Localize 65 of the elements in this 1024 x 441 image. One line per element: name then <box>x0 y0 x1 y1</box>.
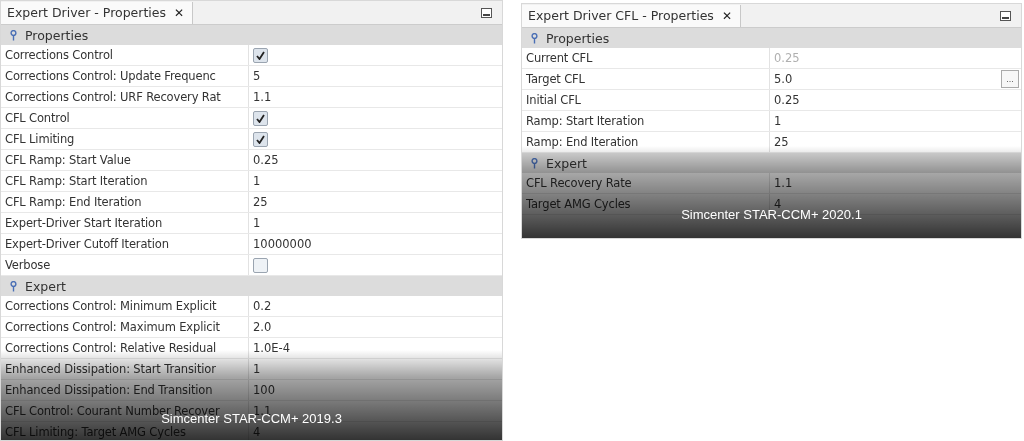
tab-title: Expert Driver CFL - Properties <box>528 8 714 23</box>
minimize-icon[interactable] <box>481 7 492 18</box>
section-title: Expert <box>546 155 587 171</box>
property-name: Ramp: End Iteration <box>522 132 770 152</box>
pin-icon <box>10 29 17 41</box>
pin-icon <box>531 32 538 44</box>
property-value[interactable]: 1.0E-4 <box>253 338 291 358</box>
section-header[interactable]: Properties <box>1 25 502 45</box>
property-name: Expert-Driver Start Iteration <box>1 213 249 233</box>
property-name: Initial CFL <box>522 90 770 110</box>
property-name: Corrections Control: Maximum Explicit <box>1 317 249 337</box>
property-name: CFL Ramp: Start Value <box>1 150 249 170</box>
property-name: Enhanced Dissipation: End Transition <box>1 380 249 400</box>
property-value[interactable]: 25 <box>774 132 789 152</box>
property-name: Verbose <box>1 255 249 275</box>
checkbox[interactable] <box>253 131 268 147</box>
section-title: Properties <box>25 27 89 43</box>
property-name: Ramp: Start Iteration <box>522 111 770 131</box>
property-name: Corrections Control: Relative Residual <box>1 338 249 358</box>
property-value[interactable]: 1 <box>253 171 261 191</box>
property-value[interactable]: 2.0 <box>253 317 272 337</box>
checkbox[interactable] <box>253 110 268 126</box>
pin-icon <box>531 157 538 169</box>
property-name: Corrections Control: Update Frequenc <box>1 66 249 86</box>
property-name: CFL Limiting <box>1 129 249 149</box>
property-value[interactable]: 5.0 <box>774 69 793 89</box>
panel-tab[interactable]: Expert Driver CFL - Properties ✕ <box>522 4 741 27</box>
property-name: CFL Ramp: Start Iteration <box>1 171 249 191</box>
tab-title: Expert Driver - Properties <box>7 5 167 20</box>
property-value[interactable]: 5 <box>253 66 261 86</box>
property-value[interactable]: 1.1 <box>253 87 272 107</box>
property-value[interactable]: 0.25 <box>253 150 279 170</box>
property-name: CFL Recovery Rate <box>522 173 770 193</box>
property-value[interactable]: 1 <box>774 111 782 131</box>
property-name: CFL Limiting: Target AMG Cycles <box>1 422 249 440</box>
property-name: Corrections Control: Minimum Explicit <box>1 296 249 316</box>
checkbox[interactable] <box>253 257 268 273</box>
checkbox[interactable] <box>253 47 268 63</box>
close-icon[interactable]: ✕ <box>721 8 732 23</box>
property-value[interactable]: 25 <box>253 192 268 212</box>
section-title: Expert <box>25 278 66 294</box>
property-value[interactable]: 1 <box>253 213 261 233</box>
property-value[interactable]: 0.25 <box>774 90 800 110</box>
property-value[interactable]: 10000000 <box>253 234 312 254</box>
section-header[interactable]: Expert <box>1 276 502 296</box>
property-value[interactable]: 1 <box>253 359 261 379</box>
property-name: Corrections Control: URF Recovery Rat <box>1 87 249 107</box>
close-icon[interactable]: ✕ <box>174 5 185 20</box>
property-name: Expert-Driver Cutoff Iteration <box>1 234 249 254</box>
pin-icon <box>10 280 17 292</box>
property-name: Target CFL <box>522 69 770 89</box>
section-header[interactable]: Properties <box>522 28 1021 48</box>
property-name: Corrections Control <box>1 45 249 65</box>
property-value[interactable]: 100 <box>253 380 275 400</box>
property-name: CFL Ramp: End Iteration <box>1 192 249 212</box>
property-name: Enhanced Dissipation: Start Transitior <box>1 359 249 379</box>
property-name: Current CFL <box>522 48 770 68</box>
property-value[interactable]: 0.2 <box>253 296 272 316</box>
ellipsis-button[interactable]: ... <box>1001 70 1019 88</box>
panel-tab[interactable]: Expert Driver - Properties ✕ <box>1 1 194 24</box>
minimize-icon[interactable] <box>1000 10 1011 21</box>
property-name: CFL Control <box>1 108 249 128</box>
section-title: Properties <box>546 30 610 46</box>
section-header[interactable]: Expert <box>522 153 1021 173</box>
property-value[interactable]: 1.1 <box>774 173 793 193</box>
